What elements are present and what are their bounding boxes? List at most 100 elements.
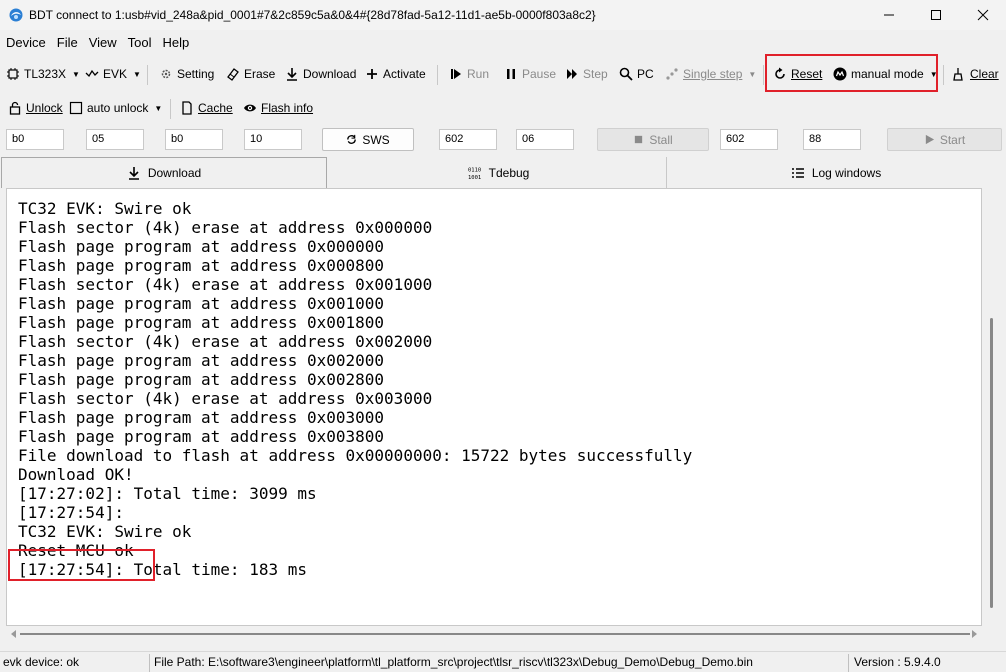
binary-icon: 0110 1001 [468,167,481,180]
log-line: Flash page program at address 0x003000 [18,408,385,427]
log-line: Flash page program at address 0x000000 [18,237,385,256]
swire-field-6[interactable]: 06 [516,129,574,150]
pause-icon [507,69,515,79]
start-label: Start [939,132,966,147]
toolbar-divider [147,65,148,85]
pause-button[interactable]: Pause [504,61,556,87]
window-title: BDT connect to 1:usb#vid_248a&pid_0001#7… [29,8,596,22]
tab-tdebug-label: Tdebug [488,165,530,180]
sws-label: SWS [362,132,390,147]
sws-button[interactable]: SWS [322,128,414,151]
chip-icon [7,68,19,80]
close-button[interactable] [960,0,1006,30]
refresh-icon [347,134,357,144]
view-tabs: Download 0110 1001 Tdebug Log windows [0,157,1006,188]
minimize-button[interactable] [866,0,912,30]
log-line: Flash sector (4k) erase at address 0x002… [18,332,433,351]
log-line: Flash page program at address 0x001800 [18,313,385,332]
log-line: [17:27:54]: [18,503,124,522]
search-icon [619,67,633,81]
unlock-button[interactable]: Unlock [8,95,63,121]
version-label: Version : 5.9.4.0 [854,655,941,669]
step-icon [567,69,577,79]
checkbox-icon [69,101,83,115]
vertical-scroll-thumb[interactable] [990,318,993,608]
start-button[interactable]: Start [887,128,1002,151]
secondary-toolbar: Unlock auto unlock ▼ Cache Flash info [0,95,1006,121]
menu-file[interactable]: File [52,33,83,53]
scroll-right-icon[interactable] [970,630,978,638]
maximize-button[interactable] [913,0,959,30]
swire-field-2[interactable]: 05 [86,129,144,150]
tab-tdebug[interactable]: 0110 1001 Tdebug [331,157,667,188]
swire-field-1[interactable]: b0 [6,129,64,150]
auto-unlock-label: auto unlock [87,101,149,115]
eye-icon [244,104,256,112]
chevron-down-icon: ▼ [154,103,163,113]
menu-view[interactable]: View [84,33,122,53]
erase-label: Erase [244,67,276,81]
highlight-reset-mode [765,54,938,92]
download-button[interactable]: Download [285,61,356,87]
log-line: TC32 EVK: Swire ok [18,199,192,218]
swire-field-8[interactable]: 88 [803,129,861,150]
eraser-icon [227,68,239,81]
log-line: Flash sector (4k) erase at address 0x003… [18,389,433,408]
run-label: Run [467,67,490,81]
erase-button[interactable]: Erase [226,61,275,87]
chip-select[interactable]: TL323X ▼ [6,61,80,87]
clear-button[interactable]: Clear [952,61,999,87]
close-icon [977,9,989,21]
single-step-label: Single step [683,67,743,81]
log-line: File download to flash at address 0x0000… [18,446,693,465]
swire-field-5[interactable]: 602 [439,129,497,150]
menu-tool[interactable]: Tool [123,33,157,53]
stall-label: Stall [649,132,673,147]
tab-download-label: Download [147,166,202,180]
swire-field-3[interactable]: b0 [165,129,223,150]
log-line: Flash page program at address 0x001000 [18,294,385,313]
step-button[interactable]: Step [565,61,608,87]
log-line: [17:27:02]: Total time: 3099 ms [18,484,317,503]
log-line: Flash sector (4k) erase at address 0x001… [18,275,433,294]
tab-log-windows[interactable]: Log windows [668,157,1004,188]
cache-button[interactable]: Cache [180,95,233,121]
single-step-button[interactable]: Single step ▼ [665,61,756,87]
minimize-icon [884,14,894,16]
auto-unlock-select[interactable]: auto unlock ▼ [69,95,162,121]
setting-label: Setting [177,67,215,81]
setting-button[interactable]: Setting [159,61,214,87]
tab-download[interactable]: Download [1,157,327,188]
svg-text:0110: 0110 [468,167,481,173]
run-button[interactable]: Run [449,61,489,87]
maximize-icon [931,10,941,20]
plus-icon [367,69,377,79]
stall-button[interactable]: Stall [597,128,709,151]
status-divider [848,654,849,672]
chevron-down-icon: ▼ [72,69,80,79]
clear-label: Clear [970,67,999,81]
toolbar-divider [763,65,764,85]
svg-text:1001: 1001 [468,175,481,180]
step-label: Step [583,67,608,81]
chevron-down-icon: ▼ [133,69,141,79]
horizontal-scroll-thumb[interactable] [20,633,970,635]
activate-button[interactable]: Activate [365,61,426,87]
file-path: File Path: E:\software3\engineer\platfor… [154,655,753,669]
title-bar: BDT connect to 1:usb#vid_248a&pid_0001#7… [0,0,1006,30]
signal-icon [85,69,99,78]
pc-label: PC [637,67,654,81]
menu-device[interactable]: Device [1,33,51,53]
flash-info-button[interactable]: Flash info [243,95,313,121]
play-icon [925,134,934,145]
toolbar-divider [170,99,171,119]
scroll-left-icon[interactable] [10,630,18,638]
pc-button[interactable]: PC [619,61,654,87]
swire-field-7[interactable]: 602 [720,129,778,150]
board-select[interactable]: EVK ▼ [85,61,141,87]
device-status: evk device: ok [3,655,80,669]
status-divider [149,654,150,672]
toolbar-divider [943,65,944,85]
swire-field-4[interactable]: 10 [244,129,302,150]
menu-help[interactable]: Help [158,33,195,53]
